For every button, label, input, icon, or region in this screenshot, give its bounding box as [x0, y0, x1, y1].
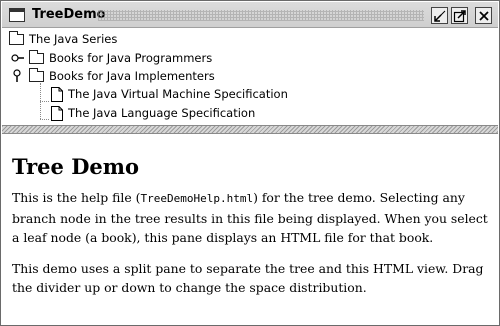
help-heading: Tree Demo: [12, 154, 139, 179]
tree-root[interactable]: The Java Series: [9, 30, 117, 48]
split-pane-divider[interactable]: [2, 125, 498, 134]
tree-root-label: The Java Series: [29, 32, 118, 46]
iconify-button[interactable]: [431, 7, 448, 24]
help-paragraph-1: This is the help file (TreeDemoHelp.html…: [12, 188, 488, 248]
maximize-button[interactable]: [451, 7, 468, 24]
tree-guide: [40, 101, 49, 102]
tree-item-label: Books for Java Implementers: [49, 69, 215, 83]
folder-open-icon: [9, 30, 24, 45]
close-button[interactable]: [475, 7, 492, 24]
document-icon: [51, 86, 63, 102]
app-window: TreeDemo The Java Series Books for Java …: [0, 0, 500, 326]
close-icon: [479, 11, 489, 21]
help-p1-text: This is the help file (: [12, 190, 141, 205]
tree-pane[interactable]: The Java Series Books for Java Programme…: [2, 29, 498, 125]
tree-item-programmers[interactable]: Books for Java Programmers: [29, 49, 212, 67]
folder-icon: [29, 67, 44, 82]
tree-leaf-language-spec[interactable]: The Java Language Specification: [51, 104, 255, 122]
tree-leaf-label: The Java Language Specification: [68, 106, 256, 120]
help-filename: TreeDemoHelp.html: [140, 192, 254, 205]
window-title: TreeDemo: [32, 7, 106, 22]
help-html-pane[interactable]: Tree Demo This is the help file (TreeDem…: [2, 134, 498, 325]
title-bar-grip: [98, 10, 424, 21]
tree-leaf-label: The Java Virtual Machine Specification: [68, 87, 288, 101]
maximize-icon: [453, 10, 466, 23]
folder-icon: [29, 49, 44, 64]
tree-item-implementers[interactable]: Books for Java Implementers: [29, 67, 215, 85]
expanded-handle-icon[interactable]: [11, 69, 25, 83]
window-icon[interactable]: [9, 8, 25, 22]
iconify-icon: [434, 10, 446, 22]
help-paragraph-2: This demo uses a split pane to separate …: [12, 260, 484, 296]
tree-leaf-jvm-spec[interactable]: The Java Virtual Machine Specification: [51, 85, 288, 103]
tree-item-label: Books for Java Programmers: [49, 51, 213, 65]
document-icon: [51, 105, 63, 121]
tree-guide: [40, 119, 49, 120]
collapsed-handle-icon[interactable]: [11, 51, 25, 65]
title-bar[interactable]: TreeDemo: [2, 2, 498, 28]
